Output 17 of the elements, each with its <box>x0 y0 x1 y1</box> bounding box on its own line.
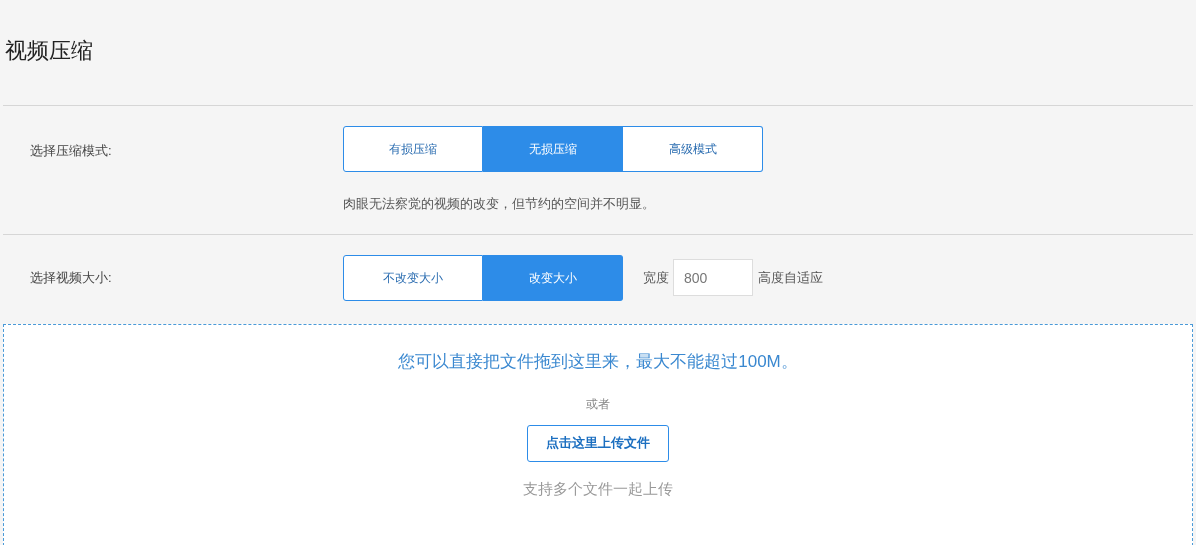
page-title: 视频压缩 <box>5 37 93 65</box>
compression-label: 选择压缩模式: <box>29 142 113 160</box>
mode-tab[interactable]: 无损压缩 <box>483 126 623 172</box>
mode-tab[interactable]: 不改变大小 <box>343 254 483 301</box>
drop-zone[interactable]: 您可以直接把文件拖到这里来，最大不能超过100M。 或者 点击这里上传文件 支持多个文件一起上传 <box>3 324 1193 545</box>
multiple-files-note: 支持多个文件一起上传 <box>523 478 673 499</box>
upload-button[interactable]: 点击这里上传文件 <box>527 424 669 462</box>
height-label: 高度自适应 <box>758 268 823 287</box>
mode-description: 肉眼无法察觉的视频的改变，但节约的空间并不明显。 <box>343 195 656 213</box>
width-label: 宽度 <box>643 268 669 287</box>
mode-tab[interactable]: 改变大小 <box>483 254 623 301</box>
width-input[interactable]: 800 <box>673 259 753 296</box>
mode-tab[interactable]: 高级模式 <box>623 126 763 172</box>
drop-instruction: 您可以直接把文件拖到这里来，最大不能超过100M。 <box>398 351 798 373</box>
size-label: 选择视频大小: <box>29 268 113 287</box>
mode-tab[interactable]: 有损压缩 <box>343 126 483 172</box>
or-text: 或者 <box>586 395 610 413</box>
